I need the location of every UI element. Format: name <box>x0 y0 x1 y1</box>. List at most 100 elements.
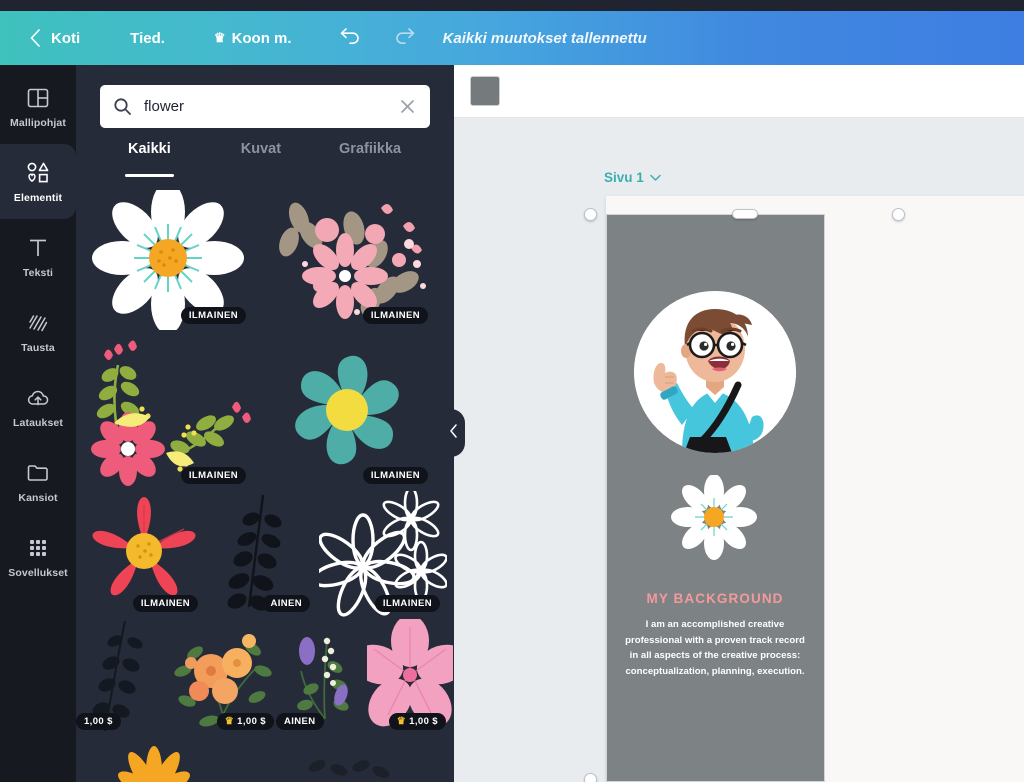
badge-label: 1,00 $ <box>84 716 113 727</box>
result-item-pink-hibiscus[interactable]: ♛ 1,00 $ <box>366 618 454 736</box>
result-item-pink-yellow-florals[interactable]: ILMAINEN <box>82 330 254 490</box>
status-badge: ILMAINEN <box>374 595 440 612</box>
badge-label: AINEN <box>270 598 302 609</box>
result-item-orange-petal-flower[interactable] <box>82 736 254 782</box>
design-left-column[interactable]: MY BACKGROUND I am an accomplished creat… <box>606 214 824 782</box>
chevron-down-icon <box>650 170 661 185</box>
crown-icon: ♛ <box>396 716 407 727</box>
results-row: ILMAINEN <box>76 190 454 330</box>
resize-label: Koon m. <box>231 29 292 47</box>
sidebar-item-kansiot[interactable]: Kansiot <box>0 444 76 519</box>
result-item-pink-floral-bouquet[interactable]: ILMAINEN <box>258 190 436 330</box>
status-badge: ILMAINEN <box>132 595 198 612</box>
avatar[interactable] <box>634 291 796 453</box>
undo-button[interactable] <box>339 26 363 50</box>
status-badge: ILMAINEN <box>362 307 428 324</box>
home-button[interactable]: Koti <box>51 30 80 47</box>
result-item-partial-sprig[interactable] <box>258 736 436 782</box>
design-page[interactable]: MY BACKGROUND I am an accomplished creat… <box>606 196 1024 782</box>
crown-icon: ♛ <box>213 29 226 45</box>
crown-icon: ♛ <box>224 716 235 727</box>
apps-grid-icon <box>27 535 49 561</box>
results-row <box>76 736 454 782</box>
result-item-purple-lavender-sprig[interactable]: AINEN <box>276 618 366 736</box>
resize-handle-top-right[interactable] <box>892 208 905 221</box>
elements-panel: Kaikki Kuvat Grafiikka <box>76 65 454 782</box>
sidebar-item-sovellukset[interactable]: Sovellukset <box>0 519 76 594</box>
undo-icon <box>339 26 363 50</box>
result-item-red-poinsettia[interactable]: ILMAINEN <box>82 490 206 618</box>
status-badge: ♛ 1,00 $ <box>216 713 274 730</box>
status-badge: AINEN <box>262 595 310 612</box>
badge-label: 1,00 $ <box>409 716 438 727</box>
sidebar-item-mallipohjat[interactable]: Mallipohjat <box>0 69 76 144</box>
result-tabs: Kaikki Kuvat Grafiikka <box>100 141 430 177</box>
sidebar-item-label: Teksti <box>22 266 54 279</box>
badge-label: AINEN <box>284 716 316 727</box>
white-daisy-icon <box>671 474 757 560</box>
my-background-body: I am an accomplished creative profession… <box>625 619 805 677</box>
back-button[interactable] <box>29 29 41 47</box>
tab-kuvat[interactable]: Kuvat <box>241 141 281 177</box>
sidebar-item-elementit[interactable]: Elementit <box>0 134 76 219</box>
status-badge: AINEN <box>276 713 324 730</box>
sidebar-item-tausta[interactable]: Tausta <box>0 294 76 369</box>
results-row: ILMAINEN <box>76 490 454 618</box>
close-icon[interactable] <box>399 98 416 115</box>
badge-label: ILMAINEN <box>188 310 238 321</box>
shapes-icon <box>25 160 51 186</box>
background-icon <box>26 310 50 336</box>
resize-handle-bottom-left[interactable] <box>584 773 597 782</box>
result-item-white-daisy[interactable]: ILMAINEN <box>82 190 254 330</box>
badge-label: 1,00 $ <box>237 716 266 727</box>
canvas-area[interactable]: Sivu 1 MY BACKGROUND I am an accomplishe… <box>454 118 1024 782</box>
result-item-teal-six-petal-flower[interactable]: ILMAINEN <box>258 330 436 490</box>
search-results-grid[interactable]: ILMAINEN ILMAINEN ILMAINEN ILMAINEN ILMA… <box>76 190 454 782</box>
canvas-flower-element[interactable] <box>668 474 760 561</box>
pink-yellow-florals-icon <box>91 340 251 486</box>
sidebar-item-label: Mallipohjat <box>10 116 66 129</box>
orange-petal-flower-icon <box>118 746 190 782</box>
results-row: 1,00 $ ♛ 1,00 $ AINEN ♛ 1,00 $ <box>76 618 454 736</box>
result-item-white-outline-flowers[interactable]: ILMAINEN <box>318 490 448 618</box>
tab-grafiikka[interactable]: Grafiikka <box>339 141 401 177</box>
upload-cloud-icon <box>25 385 51 411</box>
result-item-dark-botanical-sprig[interactable]: AINEN <box>206 490 318 618</box>
status-badge: ILMAINEN <box>180 467 246 484</box>
chevron-left-icon <box>29 29 41 47</box>
sidebar-item-label: Kansiot <box>18 491 58 504</box>
sidebar-item-label: Elementit <box>13 191 63 204</box>
color-swatch-button[interactable] <box>470 76 500 106</box>
status-badge: ILMAINEN <box>180 307 246 324</box>
file-menu-button[interactable]: Tied. <box>130 30 165 47</box>
result-item-orange-flower-bunch[interactable]: ♛ 1,00 $ <box>164 618 282 736</box>
badge-label: ILMAINEN <box>188 470 238 481</box>
folder-icon <box>26 460 50 486</box>
text-icon <box>27 235 49 261</box>
search-bar[interactable] <box>100 85 430 128</box>
chevron-left-icon <box>449 423 458 443</box>
resize-handle-top-left[interactable] <box>584 208 597 221</box>
resize-button[interactable]: ♛ Koon m. <box>214 30 292 47</box>
search-icon <box>113 97 132 116</box>
dark-sprig-icon <box>308 760 390 778</box>
page-label: Sivu 1 <box>604 170 644 185</box>
tab-kaikki[interactable]: Kaikki <box>125 141 174 177</box>
panel-collapse-button[interactable] <box>441 409 465 457</box>
redo-icon <box>392 26 416 50</box>
sidebar-item-teksti[interactable]: Teksti <box>0 219 76 294</box>
resize-handle-top-center[interactable] <box>732 209 758 219</box>
badge-label: ILMAINEN <box>382 598 432 609</box>
search-input[interactable] <box>144 98 399 115</box>
home-label: Koti <box>51 29 81 47</box>
sidebar-item-label: Tausta <box>21 341 55 354</box>
result-item-dark-fern-sprig[interactable]: 1,00 $ <box>76 618 164 736</box>
status-badge: ILMAINEN <box>362 467 428 484</box>
sidebar-item-lataukset[interactable]: Lataukset <box>0 369 76 444</box>
left-rail: Mallipohjat Elementit Teksti Tausta Lata… <box>0 65 76 782</box>
redo-button[interactable] <box>392 26 416 50</box>
cartoon-man-illustration <box>634 291 796 453</box>
page-selector[interactable]: Sivu 1 <box>604 170 661 185</box>
my-background-title: MY BACKGROUND <box>646 591 784 606</box>
teal-six-petal-flower-icon <box>295 355 399 465</box>
